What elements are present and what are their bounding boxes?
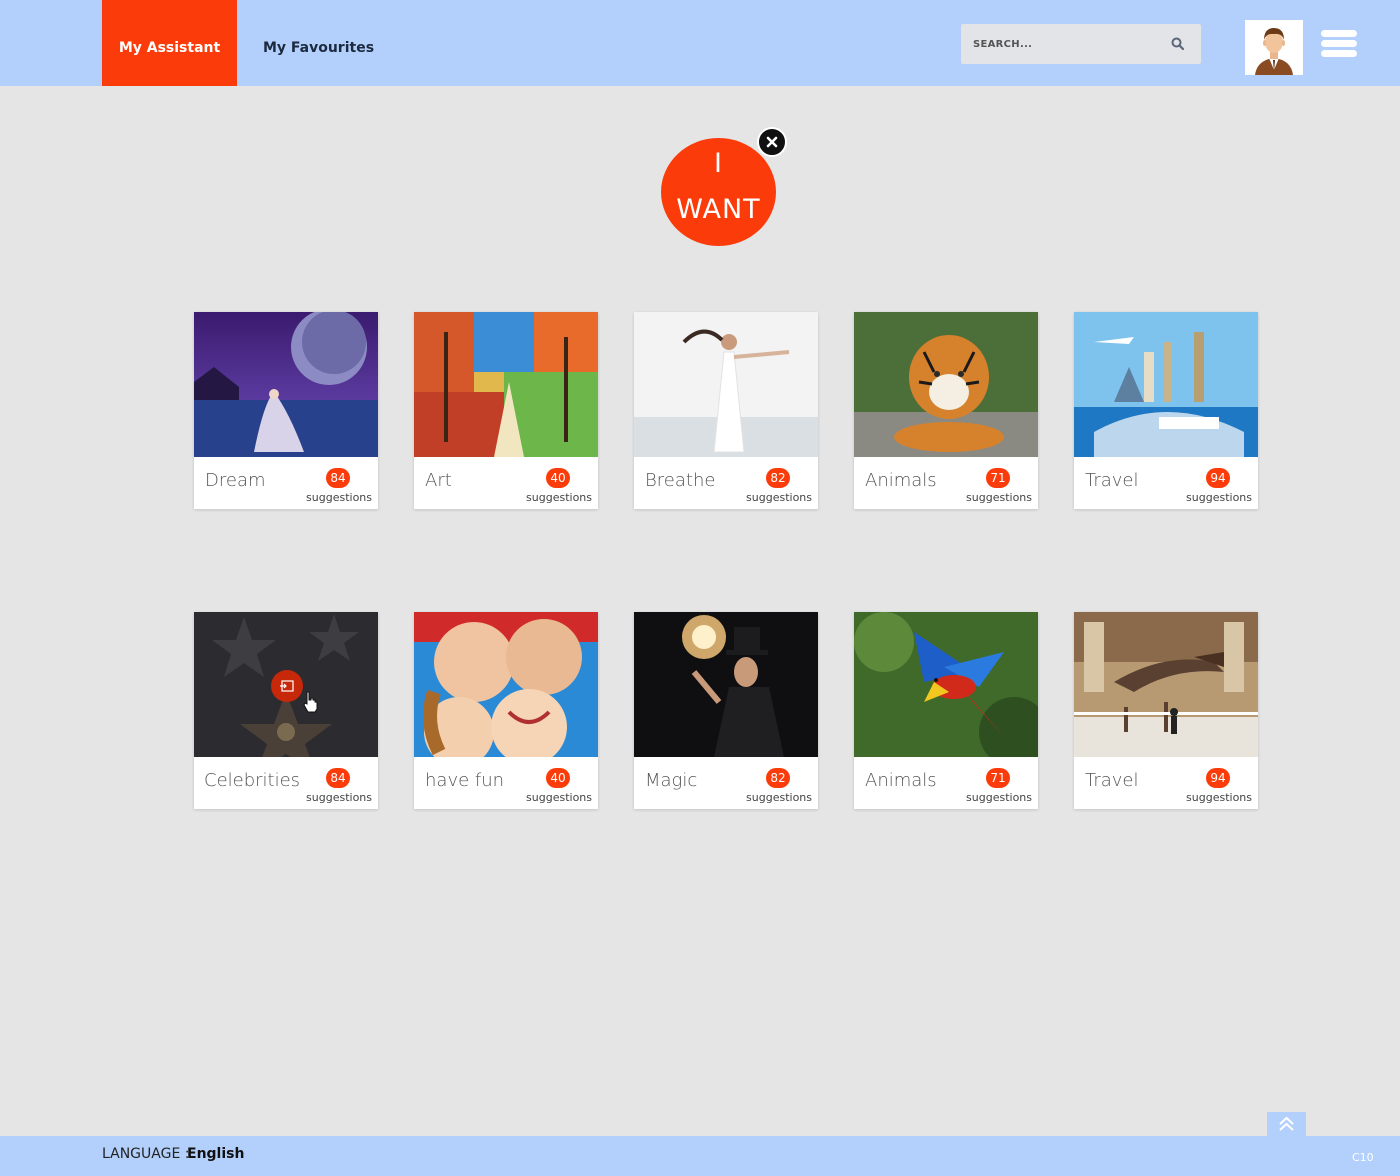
category-card-breathe[interactable]: Breathe 82 suggestions bbox=[634, 312, 818, 509]
card-label: Celebrities bbox=[204, 770, 301, 791]
suggestions-text: suggestions bbox=[1186, 491, 1252, 504]
card-label: Travel bbox=[1085, 470, 1139, 491]
category-card-animals[interactable]: Animals 71 suggestions bbox=[854, 312, 1038, 509]
card-label: have fun bbox=[425, 770, 505, 791]
suggestion-count-badge: 84 bbox=[326, 468, 350, 488]
language-label: LANGUAGE : bbox=[102, 1146, 190, 1162]
suggestion-count-badge: 40 bbox=[546, 468, 570, 488]
card-image-tiger bbox=[854, 312, 1038, 457]
category-card-travel[interactable]: Travel 94 suggestions bbox=[1074, 312, 1258, 509]
card-image-dream bbox=[194, 312, 378, 457]
suggestion-count-badge: 40 bbox=[546, 768, 570, 788]
user-avatar-icon bbox=[1245, 20, 1303, 75]
card-image-travel bbox=[1074, 312, 1258, 457]
footer-code: C10 bbox=[1352, 1151, 1374, 1164]
suggestion-count-badge: 82 bbox=[766, 468, 790, 488]
close-icon bbox=[766, 136, 778, 148]
suggestions-text: suggestions bbox=[966, 791, 1032, 804]
card-label: Animals bbox=[865, 470, 937, 491]
card-label: Travel bbox=[1085, 770, 1139, 791]
i-want-line2: WANT bbox=[676, 194, 761, 225]
suggestion-count-badge: 94 bbox=[1206, 768, 1230, 788]
card-label: Art bbox=[425, 470, 452, 491]
suggestions-text: suggestions bbox=[526, 791, 592, 804]
card-label: Breathe bbox=[645, 470, 716, 491]
tab-my-assistant[interactable]: My Assistant bbox=[102, 0, 237, 86]
enter-icon[interactable] bbox=[270, 669, 304, 703]
category-card-have-fun[interactable]: have fun 40 suggestions bbox=[414, 612, 598, 809]
suggestions-text: suggestions bbox=[526, 491, 592, 504]
category-card-travel-museum[interactable]: Travel 94 suggestions bbox=[1074, 612, 1258, 809]
suggestions-text: suggestions bbox=[1186, 791, 1252, 804]
category-card-dream[interactable]: Dream 84 suggestions bbox=[194, 312, 378, 509]
suggestion-count-badge: 94 bbox=[1206, 468, 1230, 488]
suggestions-text: suggestions bbox=[306, 491, 372, 504]
top-header: My Assistant My Favourites bbox=[0, 0, 1400, 86]
card-image-magic bbox=[634, 612, 818, 757]
card-image-kids bbox=[414, 612, 598, 757]
card-image-art bbox=[414, 312, 598, 457]
suggestions-text: suggestions bbox=[746, 491, 812, 504]
card-image-parrot bbox=[854, 612, 1038, 757]
scroll-to-top-button[interactable] bbox=[1267, 1112, 1306, 1136]
suggestion-count-badge: 71 bbox=[986, 468, 1010, 488]
category-card-celebrities[interactable]: Celebrities 84 suggestions bbox=[194, 612, 378, 809]
pointer-cursor-icon bbox=[303, 691, 318, 713]
suggestions-text: suggestions bbox=[746, 791, 812, 804]
search-icon[interactable] bbox=[1170, 36, 1186, 52]
card-image-museum bbox=[1074, 612, 1258, 757]
search-box bbox=[961, 24, 1201, 64]
category-card-animals-parrot[interactable]: Animals 71 suggestions bbox=[854, 612, 1038, 809]
category-card-magic[interactable]: Magic 82 suggestions bbox=[634, 612, 818, 809]
hamburger-menu-icon[interactable] bbox=[1321, 30, 1357, 58]
category-card-art[interactable]: Art 40 suggestions bbox=[414, 312, 598, 509]
suggestions-text: suggestions bbox=[966, 491, 1032, 504]
avatar[interactable] bbox=[1245, 20, 1303, 75]
card-image-breathe bbox=[634, 312, 818, 457]
card-label: Dream bbox=[205, 470, 266, 491]
close-button[interactable] bbox=[757, 127, 787, 157]
suggestion-count-badge: 82 bbox=[766, 768, 790, 788]
double-chevron-up-icon bbox=[1279, 1116, 1294, 1131]
suggestions-text: suggestions bbox=[306, 791, 372, 804]
search-input[interactable] bbox=[961, 24, 1161, 64]
card-label: Magic bbox=[645, 770, 698, 791]
suggestion-count-badge: 71 bbox=[986, 768, 1010, 788]
footer-bar: LANGUAGE : English C10 bbox=[0, 1136, 1400, 1176]
tab-my-favourites[interactable]: My Favourites bbox=[256, 0, 381, 86]
language-selector[interactable]: English bbox=[187, 1146, 244, 1162]
suggestion-count-badge: 84 bbox=[326, 768, 350, 788]
card-label: Animals bbox=[865, 770, 937, 791]
